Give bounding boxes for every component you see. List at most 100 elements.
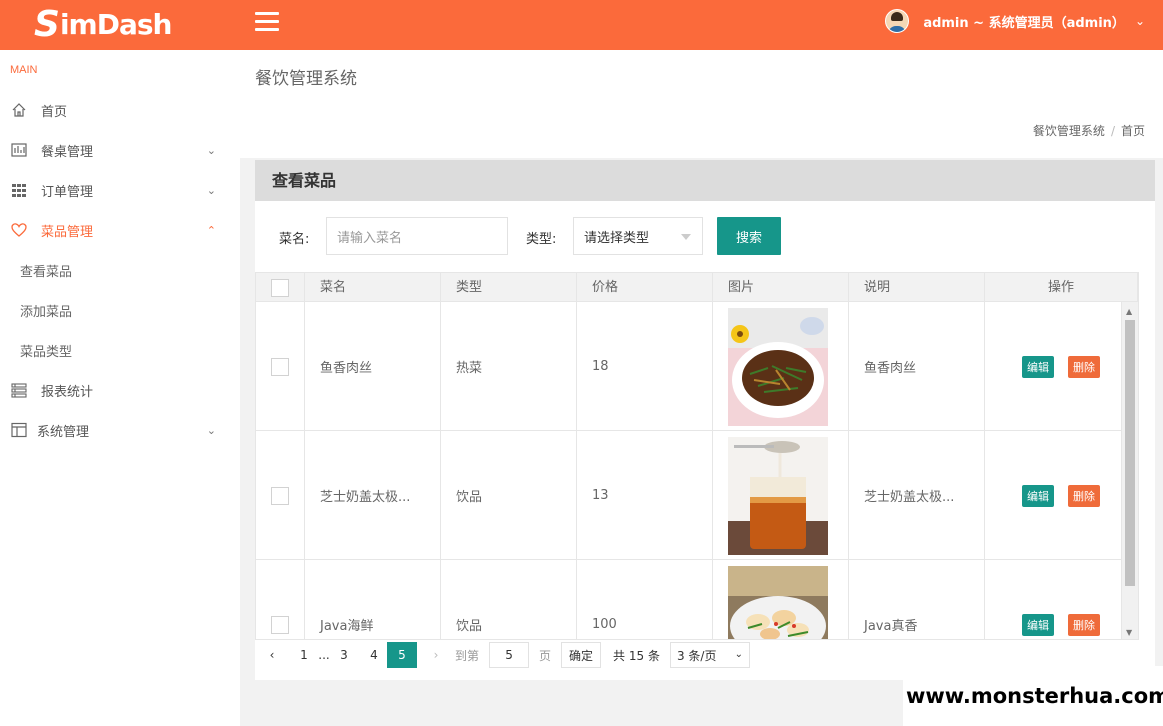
header-checkbox-cell <box>256 273 305 302</box>
chevron-down-icon: ⌄ <box>1134 14 1145 28</box>
sidebar-subitem-label: 菜品类型 <box>20 344 73 360</box>
row-checkbox[interactable] <box>271 615 289 634</box>
cell-image <box>713 302 849 431</box>
row-checkbox[interactable] <box>271 486 289 505</box>
user-menu[interactable]: admin ~ 系统管理员（admin） ⌄ <box>885 6 1145 36</box>
cell-actions: 编辑 删除 <box>985 560 1138 639</box>
edit-button[interactable]: 编辑 <box>1022 355 1054 378</box>
sidebar-item-dishes[interactable]: 菜品管理 ⌃ <box>0 210 240 250</box>
page-size-select[interactable]: 3 条/页 ⌄ <box>669 642 750 668</box>
user-label: admin ~ 系统管理员（admin） <box>923 15 1125 31</box>
column-header[interactable]: 操作 <box>985 273 1138 302</box>
sidebar-item-home[interactable]: 首页 <box>0 90 240 130</box>
prev-page-icon[interactable]: ‹ <box>259 642 285 668</box>
delete-button[interactable]: 删除 <box>1068 484 1100 507</box>
caret-down-icon <box>681 234 691 240</box>
sidebar-item-system[interactable]: 系统管理 ⌄ <box>0 410 240 450</box>
sidebar-subitem-label: 查看菜品 <box>20 264 73 280</box>
column-header[interactable]: 类型 <box>441 273 577 302</box>
table-row: Java海鲜 饮品 100 Java真香 编辑 删除 <box>256 560 1138 639</box>
breadcrumb-item[interactable]: 首页 <box>1121 124 1145 138</box>
page-ellipsis: ... <box>318 648 330 662</box>
edit-button[interactable]: 编辑 <box>1022 484 1054 507</box>
chevron-down-icon: ⌄ <box>206 144 216 157</box>
sidebar-item-orders[interactable]: 订单管理 ⌄ <box>0 170 240 210</box>
scroll-up-icon[interactable]: ▲ <box>1126 307 1132 316</box>
sidebar-item-reports[interactable]: 报表统计 <box>0 370 240 410</box>
page-size-value: 3 条/页 <box>676 648 717 663</box>
row-checkbox[interactable] <box>271 357 289 376</box>
logo[interactable]: SimDash <box>34 4 173 45</box>
sidebar-subitem-view-dishes[interactable]: 查看菜品 <box>20 250 72 290</box>
breadcrumb-item[interactable]: 餐饮管理系统 <box>1033 124 1105 138</box>
cell-price: 13 <box>577 431 713 560</box>
chevron-down-icon: ⌄ <box>206 184 216 197</box>
column-header[interactable]: 图片 <box>713 273 849 302</box>
page-link[interactable]: 1 <box>291 642 317 668</box>
scroll-down-icon[interactable]: ▼ <box>1126 628 1132 637</box>
delete-button[interactable]: 删除 <box>1068 355 1100 378</box>
edit-button[interactable]: 编辑 <box>1022 613 1054 636</box>
cell-name: Java海鲜 <box>305 560 441 639</box>
total-count: 共 15 条 <box>613 648 660 663</box>
dish-image <box>728 565 828 639</box>
page-title: 餐饮管理系统 <box>255 69 357 89</box>
cell-description: 鱼香肉丝 <box>849 302 985 431</box>
layout-icon <box>10 422 28 438</box>
cell-type: 饮品 <box>441 431 577 560</box>
page-unit: 页 <box>539 648 552 663</box>
column-header[interactable]: 菜名 <box>305 273 441 302</box>
row-checkbox-cell <box>256 302 305 431</box>
column-header[interactable]: 价格 <box>577 273 713 302</box>
page-link[interactable]: 3 <box>331 642 357 668</box>
breadcrumb: 餐饮管理系统 / 首页 <box>1032 124 1145 138</box>
type-select[interactable]: 请选择类型 <box>573 217 703 255</box>
panel-title: 查看菜品 <box>255 160 1155 201</box>
cell-name: 芝士奶盖太极... <box>305 431 441 560</box>
next-page-icon[interactable]: › <box>423 642 449 668</box>
goto-page-input[interactable]: 5 <box>489 642 530 668</box>
table-row: 芝士奶盖太极... 饮品 13 芝士奶盖太极... 编辑 删除 <box>256 431 1138 560</box>
table-icon <box>10 142 28 158</box>
page-link[interactable]: 4 <box>361 642 387 668</box>
pagination: ‹ 1 ... 3 4 5 › 到第 5 页 确定 共 15 条 3 条/页 ⌄ <box>255 640 750 670</box>
dish-name-input[interactable]: 请输入菜名 <box>326 217 508 255</box>
cell-image <box>713 431 849 560</box>
type-label: 类型: <box>526 232 557 247</box>
page-link-current[interactable]: 5 <box>387 642 417 668</box>
chevron-down-icon: ⌄ <box>734 649 743 660</box>
sidebar: MAIN 首页 餐桌管理 ⌄ 订单管理 ⌄ 菜品管理 ⌃ 查看菜品 添加菜品 菜… <box>0 50 240 726</box>
scrollbar-thumb[interactable] <box>1125 320 1135 586</box>
search-button[interactable]: 搜索 <box>717 217 781 255</box>
cell-description: 芝士奶盖太极... <box>849 431 985 560</box>
dish-panel: 查看菜品 菜名: 请输入菜名 类型: 请选择类型 搜索 菜名 类型 价格 图片 … <box>255 160 1155 680</box>
avatar <box>885 9 910 33</box>
heart-icon <box>10 222 28 238</box>
watermark-text: www.monsterhua.com <box>903 666 1163 726</box>
menu-toggle-icon[interactable] <box>255 12 279 32</box>
sidebar-subitem-add-dish[interactable]: 添加菜品 <box>20 290 72 330</box>
dish-image <box>728 436 828 555</box>
cell-price: 18 <box>577 302 713 431</box>
chevron-up-icon: ⌃ <box>206 224 216 237</box>
sidebar-section-label: MAIN <box>10 64 38 76</box>
column-header[interactable]: 说明 <box>849 273 985 302</box>
sidebar-item-tables[interactable]: 餐桌管理 ⌄ <box>0 130 240 170</box>
cell-price: 100 <box>577 560 713 639</box>
grid-icon <box>10 182 28 198</box>
type-select-value: 请选择类型 <box>584 230 650 246</box>
logo-text: imDash <box>59 7 173 41</box>
cell-image <box>713 560 849 639</box>
delete-button[interactable]: 删除 <box>1068 613 1100 636</box>
row-checkbox-cell <box>256 431 305 560</box>
table-scrollbar[interactable]: ▲ ▼ <box>1121 302 1138 639</box>
sidebar-subitem-dish-types[interactable]: 菜品类型 <box>20 330 72 370</box>
goto-confirm-button[interactable]: 确定 <box>561 642 602 668</box>
sidebar-item-label: 首页 <box>41 104 68 120</box>
sidebar-item-label: 系统管理 <box>37 424 90 440</box>
name-label: 菜名: <box>279 232 310 247</box>
table-row: 鱼香肉丝 热菜 18 鱼香肉丝 编辑 删除 <box>256 302 1138 431</box>
cell-type: 热菜 <box>441 302 577 431</box>
select-all-checkbox[interactable] <box>271 278 289 297</box>
home-icon <box>10 102 28 118</box>
